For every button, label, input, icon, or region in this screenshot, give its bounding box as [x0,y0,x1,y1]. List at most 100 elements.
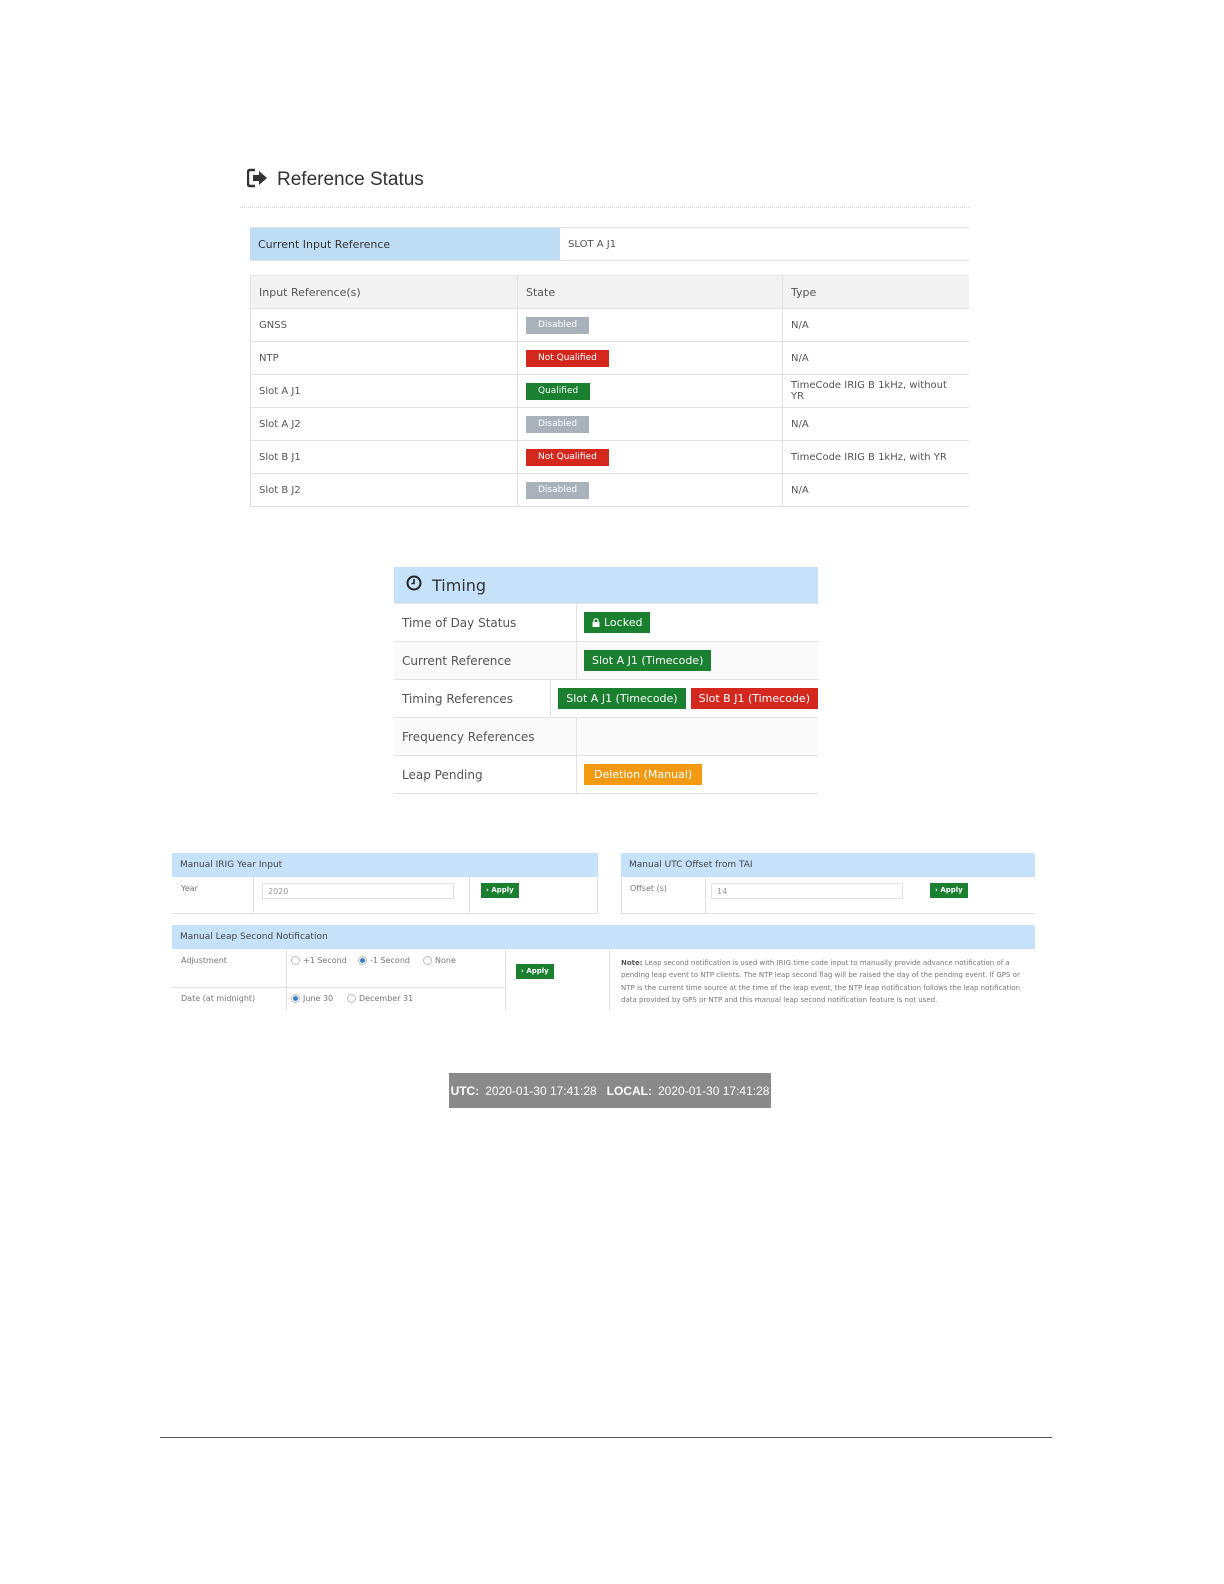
radio-none[interactable]: None [423,956,456,965]
reference-status-heading: Reference Status [246,168,424,192]
reference-name: Slot A J2 [250,407,518,441]
leap-second-note: Note: Leap second notification is used w… [621,957,1029,1007]
divider [705,877,706,913]
local-label: LOCAL: [606,1083,652,1098]
state-badge-qualified: Qualified [526,382,591,400]
timing-reference-badge: Slot B J1 (Timecode) [690,688,818,709]
apply-offset-button[interactable]: › Apply [930,883,968,898]
note-label: Note: [621,959,643,967]
divider [253,877,254,913]
state-badge-not-qualified: Not Qualified [526,349,609,367]
timing-reference-badge: Slot A J1 (Timecode) [558,688,686,709]
reference-type: TimeCode IRIG B 1kHz, with YR [782,440,969,474]
state-badge-disabled: Disabled [526,481,590,499]
clock-icon [406,575,422,595]
offset-input[interactable]: 14 [711,883,903,899]
reference-type: N/A [782,407,969,441]
manual-irig-year-panel: Manual IRIG Year Input Year 2020 › Apply [172,853,598,914]
state-badge-disabled: Disabled [526,415,590,433]
timing-row-timing-references: Timing References Slot A J1 (Timecode) S… [394,679,818,717]
radio-label: +1 Second [303,956,347,965]
utc-time: 2020-01-30 17:41:28 [485,1083,597,1098]
sign-in-icon [246,168,269,192]
reference-type: N/A [782,308,969,342]
current-input-reference-row: Current Input Reference SLOT A J1 [250,227,969,261]
apply-leap-second-button[interactable]: › Apply [516,964,554,979]
timing-row-label: Timing References [394,680,552,717]
divider [621,877,622,913]
table-row: Slot B J1 Not Qualified TimeCode IRIG B … [250,440,969,474]
reference-type: N/A [782,341,969,375]
reference-type: TimeCode IRIG B 1kHz, without YR [782,374,969,408]
note-text: Leap second notification is used with IR… [621,959,1021,1004]
table-row: NTP Not Qualified N/A [250,341,969,375]
radio-icon [423,956,432,965]
timing-row-label: Frequency References [394,718,577,755]
radio-label: June 30 [303,994,334,1003]
manual-leap-second-panel: Manual Leap Second Notification Adjustme… [172,925,1035,1011]
reference-status-title: Reference Status [277,169,424,190]
panel-header: Manual Leap Second Notification [172,925,1035,949]
current-input-reference-label: Current Input Reference [250,228,560,260]
state-badge-disabled: Disabled [526,316,590,334]
adjustment-label: Adjustment [181,956,227,965]
local-time: 2020-01-30 17:41:28 [658,1083,770,1098]
date-label: Date (at midnight) [181,994,256,1003]
timing-row-current-reference: Current Reference Slot A J1 (Timecode) [394,641,818,679]
panel-header: Manual UTC Offset from TAI [621,853,1035,877]
leap-pending-badge: Deletion (Manual) [584,764,703,785]
year-input[interactable]: 2020 [262,883,454,899]
column-header-type: Type [782,275,969,309]
reference-name: Slot B J2 [250,473,518,507]
locked-badge: Locked [584,612,651,633]
table-row: Slot B J2 Disabled N/A [250,473,969,507]
locked-badge-text: Locked [604,616,643,629]
timing-panel: Timing Time of Day Status Locked Current… [394,567,818,794]
radio-minus-one-second[interactable]: -1 Second [358,956,410,965]
radio-december-31[interactable]: December 31 [347,994,413,1003]
reference-name: Slot A J1 [250,374,518,408]
lock-icon [592,618,600,627]
table-row: Slot A J2 Disabled N/A [250,407,969,441]
timing-row-leap-pending: Leap Pending Deletion (Manual) [394,755,818,794]
timing-row-frequency-references: Frequency References [394,717,818,755]
divider [286,949,287,1011]
radio-selected-icon [358,956,367,965]
radio-label: -1 Second [370,956,410,965]
radio-plus-one-second[interactable]: +1 Second [291,956,347,965]
timing-row-label: Current Reference [394,642,577,679]
divider [597,877,598,913]
timing-title: Timing [432,575,487,595]
current-reference-badge: Slot A J1 (Timecode) [584,650,712,671]
reference-type: N/A [782,473,969,507]
divider [609,949,610,1011]
utc-label: UTC: [450,1083,480,1098]
radio-icon [291,956,300,965]
state-badge-not-qualified: Not Qualified [526,448,609,466]
apply-year-button[interactable]: › Apply [481,883,519,898]
manual-utc-offset-panel: Manual UTC Offset from TAI Offset (s) 14… [621,853,1035,914]
reference-name: NTP [250,341,518,375]
current-input-reference-value: SLOT A J1 [568,238,617,250]
divider [469,877,470,913]
panel-header: Manual IRIG Year Input [172,853,598,877]
radio-label: None [435,956,456,965]
timing-header: Timing [394,567,818,603]
radio-selected-icon [291,994,300,1003]
timing-row-time-of-day-status: Time of Day Status Locked [394,603,818,641]
table-header-row: Input Reference(s) State Type [250,275,969,309]
column-header-input-reference: Input Reference(s) [250,275,518,309]
footer-divider [160,1437,1052,1438]
reference-name: GNSS [250,308,518,342]
divider [505,949,506,1011]
divider [240,207,969,208]
offset-label: Offset (s) [630,884,667,893]
input-references-table: Input Reference(s) State Type GNSS Disab… [250,275,969,507]
divider [172,987,505,988]
radio-label: December 31 [359,994,414,1003]
timing-row-label: Leap Pending [394,756,577,793]
clock-bar: UTC: 2020-01-30 17:41:28 LOCAL: 2020-01-… [449,1073,771,1108]
table-row: GNSS Disabled N/A [250,308,969,342]
radio-june-30[interactable]: June 30 [291,994,333,1003]
radio-icon [347,994,356,1003]
